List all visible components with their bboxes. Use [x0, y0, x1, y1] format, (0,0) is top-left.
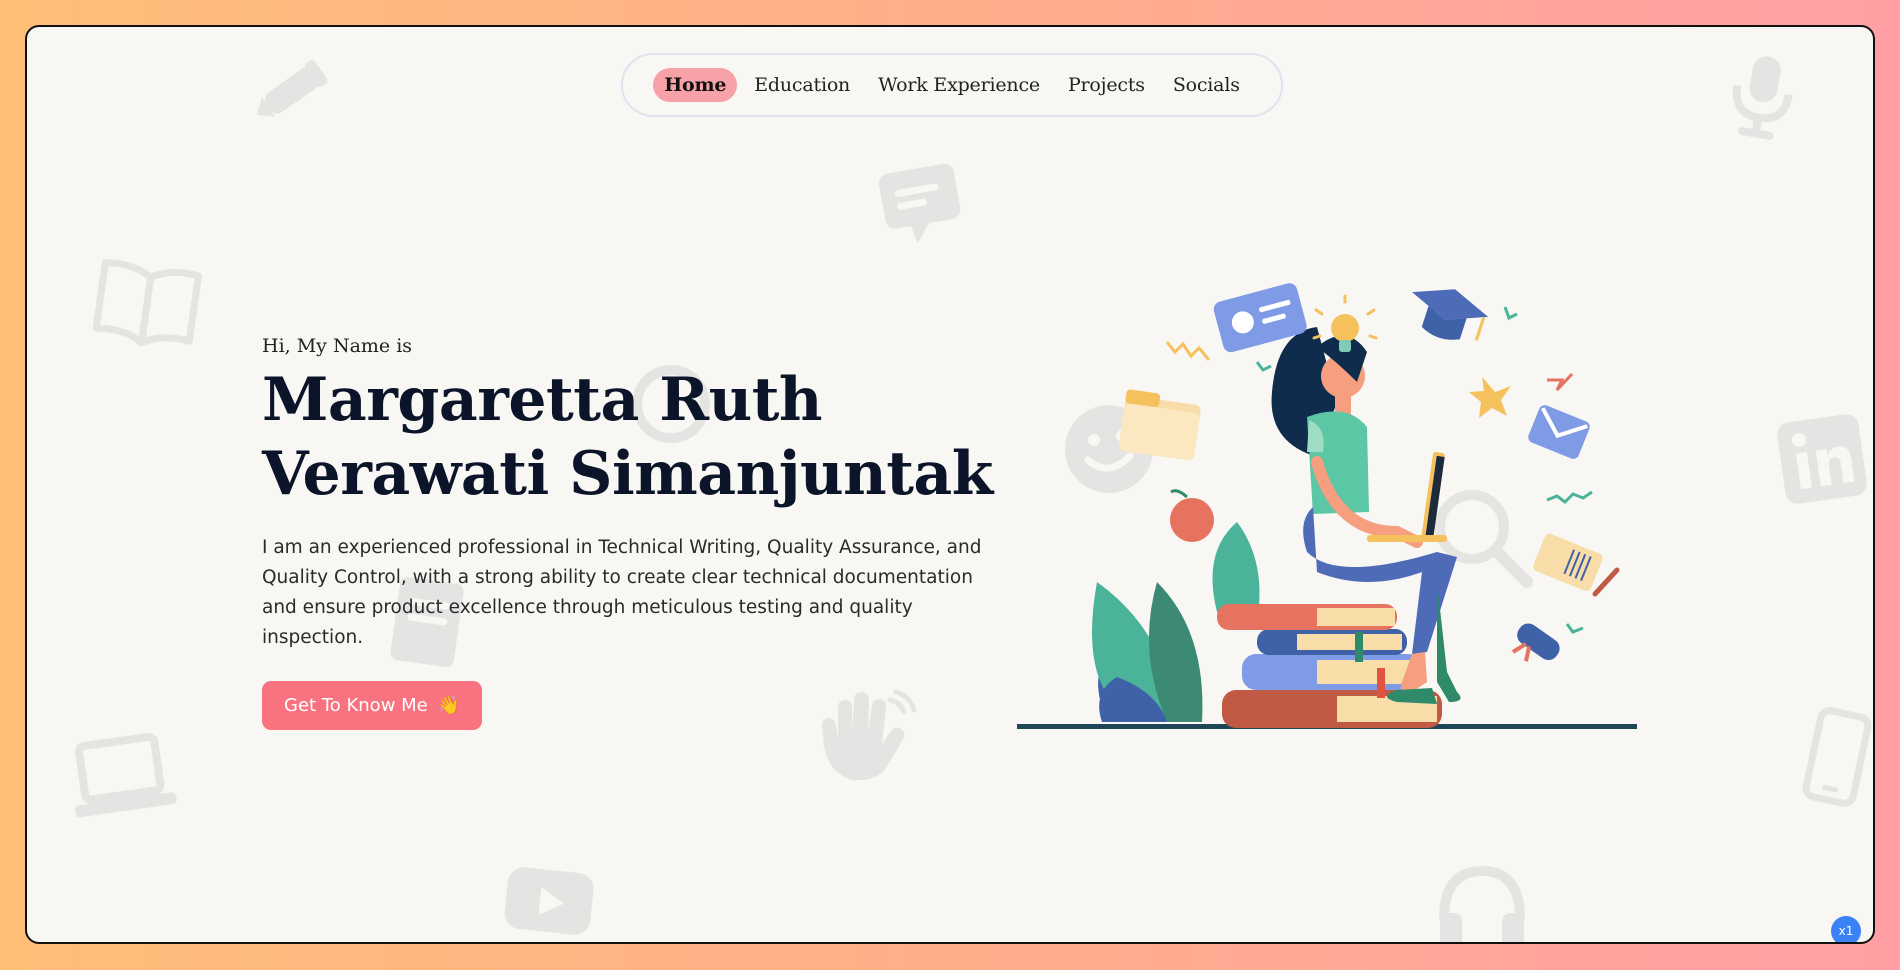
wave-emoji-icon: 👋 [437, 695, 461, 716]
note-icon [1533, 533, 1603, 592]
bookmark-shape [1355, 632, 1363, 662]
diploma-icon [1511, 623, 1560, 662]
book-pages [1297, 634, 1402, 650]
laptop-icon [67, 727, 177, 827]
book-icon [92, 257, 202, 352]
squiggle-shape [1255, 361, 1272, 372]
graduation-cap-icon [1412, 289, 1489, 341]
get-to-know-me-button[interactable]: Get To Know Me 👋 [262, 681, 483, 730]
page-title: Margaretta Ruth Verawati Simanjuntak [262, 363, 1002, 511]
nav-item-work-experience[interactable]: Work Experience [867, 68, 1051, 102]
youtube-icon [502, 862, 597, 942]
microphone-icon [1722, 52, 1802, 142]
hero-description: I am an experienced professional in Tech… [262, 537, 982, 648]
cta-label: Get To Know Me [284, 695, 428, 716]
linkedin-icon [1775, 412, 1870, 507]
nav-item-projects[interactable]: Projects [1057, 68, 1156, 102]
book-pages [1317, 608, 1395, 626]
name-line-2: Verawati Simanjuntak [262, 439, 993, 509]
star-icon [1469, 377, 1511, 418]
nav-item-education[interactable]: Education [743, 68, 861, 102]
hero-illustration [1017, 252, 1677, 742]
book-pages [1317, 660, 1417, 684]
bookmark-shape [1377, 668, 1385, 698]
squiggle-shape [1547, 372, 1574, 392]
squiggle-shape [1503, 306, 1518, 321]
greeting-text: Hi, My Name is [262, 335, 413, 357]
squiggle-shape [1165, 341, 1211, 361]
squiggle-shape [1565, 623, 1584, 634]
phone-icon [1797, 707, 1873, 807]
headphones-icon [1432, 857, 1532, 942]
name-line-1: Margaretta Ruth [262, 365, 823, 435]
folder-icon [1119, 389, 1201, 461]
nav-item-socials[interactable]: Socials [1162, 68, 1251, 102]
squiggle-shape [1546, 490, 1593, 504]
hero-section: Hi, My Name is Margaretta Ruth Verawati … [262, 335, 1002, 730]
pencil-icon [1592, 567, 1620, 597]
corner-badge[interactable]: x1 [1831, 916, 1861, 942]
message-icon [877, 162, 967, 247]
page-frame: Home Education Work Experience Projects Soci… [25, 25, 1875, 944]
nav-item-home[interactable]: Home [653, 68, 738, 102]
pen-icon [249, 49, 339, 129]
apple-icon [1170, 489, 1214, 542]
top-nav: Home Education Work Experience Projects Soci… [621, 53, 1283, 117]
envelope-icon [1528, 405, 1590, 459]
laptop-base [1367, 535, 1447, 542]
